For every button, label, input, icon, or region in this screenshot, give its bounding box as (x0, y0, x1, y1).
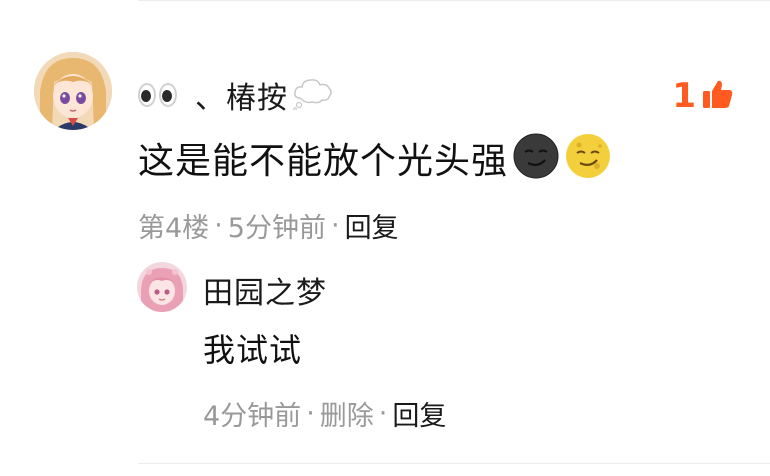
reply-to-reply-button[interactable]: 回复 (392, 394, 446, 433)
bottom-divider (138, 463, 770, 464)
reply-text: 我试试 (203, 331, 303, 369)
separator: · (378, 398, 388, 429)
reply-author-name[interactable]: 田园之梦 (203, 268, 327, 312)
separator: · (214, 210, 223, 241)
smirk-moon-face-emoji-icon (564, 132, 612, 184)
avatar[interactable] (34, 52, 112, 130)
delete-button[interactable]: 删除 (320, 394, 374, 433)
thumbs-up-icon (702, 78, 734, 114)
like-count: 1 (672, 76, 696, 116)
thought-bubble-icon (292, 76, 334, 114)
reply-avatar[interactable] (137, 262, 187, 312)
comment-body: 这是能不能放个光头强 (138, 128, 612, 188)
separator: · (330, 210, 340, 241)
comment-author-name[interactable]: 、椿按 (195, 73, 288, 117)
floor-label: 第4楼 (138, 213, 210, 244)
reply-time: 4分钟前 (203, 401, 302, 432)
separator: · (306, 398, 315, 429)
like-button[interactable]: 1 (672, 76, 734, 116)
comment-author-row: 、椿按 (138, 70, 334, 120)
comment-meta: 第4楼 · 5分钟前 · 回复 (138, 206, 399, 245)
reply-meta: 4分钟前 · 删除 · 回复 (203, 394, 446, 433)
top-divider (138, 0, 770, 1)
comment-text: 这是能不能放个光头强 (138, 141, 509, 182)
reply-button[interactable]: 回复 (345, 206, 399, 245)
smirk-dark-face-emoji-icon (512, 132, 560, 184)
eyes-emoji-icon (138, 83, 177, 107)
comment-time: 5分钟前 (227, 213, 326, 244)
